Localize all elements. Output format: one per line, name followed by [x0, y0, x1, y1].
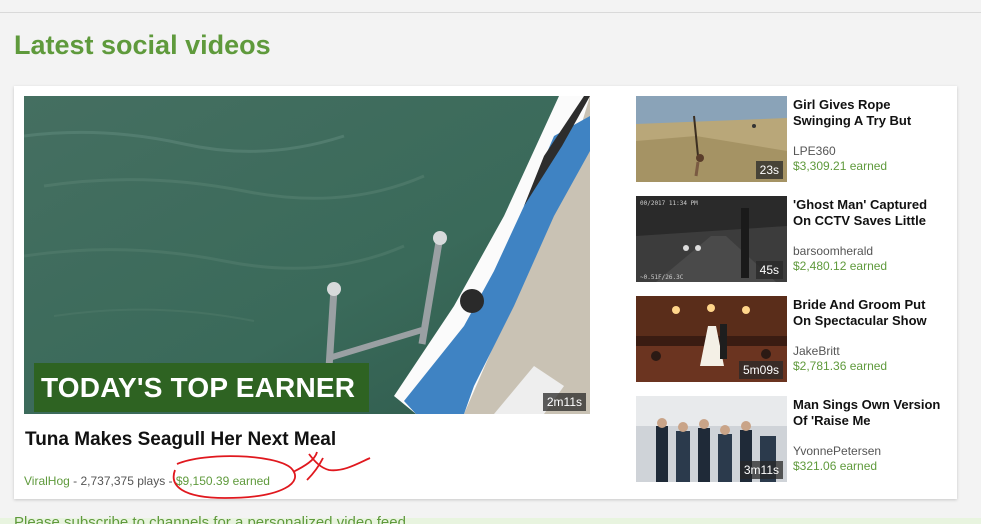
- top-divider: [0, 12, 981, 13]
- video-duration: 23s: [755, 161, 783, 179]
- list-item[interactable]: 3m11s Man Sings Own Version Of 'Raise Me…: [636, 396, 946, 482]
- videos-card: TODAY'S TOP EARNER 2m11s Tuna Makes Seag…: [14, 86, 957, 499]
- list-item[interactable]: 23s Girl Gives Rope Swinging A Try But L…: [636, 96, 946, 182]
- featured-video-thumbnail[interactable]: TODAY'S TOP EARNER 2m11s: [24, 96, 590, 414]
- list-item[interactable]: 00/2017 11:34 PM ~0.51F/26.3C 45s 'Ghost…: [636, 196, 946, 282]
- video-title[interactable]: Bride And Groom Put On Spectacular Show: [793, 297, 946, 329]
- video-duration: 5m09s: [738, 361, 783, 379]
- subscribe-prompt: Please subscribe to channels for a perso…: [14, 514, 406, 524]
- svg-text:~0.51F/26.3C: ~0.51F/26.3C: [640, 274, 684, 281]
- channel-name[interactable]: barsoomherald: [793, 244, 873, 259]
- svg-text:00/2017 11:34 PM: 00/2017 11:34 PM: [640, 200, 698, 207]
- channel-name[interactable]: JakeBritt: [793, 344, 840, 359]
- video-title[interactable]: 'Ghost Man' Captured On CCTV Saves Littl…: [793, 197, 946, 229]
- list-item[interactable]: 5m09s Bride And Groom Put On Spectacular…: [636, 296, 946, 382]
- video-thumbnail[interactable]: 3m11s: [636, 396, 787, 482]
- channel-name[interactable]: YvonnePetersen: [793, 444, 881, 459]
- video-thumbnail[interactable]: 00/2017 11:34 PM ~0.51F/26.3C 45s: [636, 196, 787, 282]
- video-duration: 3m11s: [739, 461, 783, 479]
- channel-name[interactable]: LPE360: [793, 144, 836, 159]
- featured-plays: - 2,737,375 plays -: [69, 474, 176, 488]
- video-thumbnail[interactable]: 5m09s: [636, 296, 787, 382]
- video-earned: $2,480.12 earned: [793, 259, 888, 273]
- video-thumbnail[interactable]: 23s: [636, 96, 787, 182]
- video-title[interactable]: Man Sings Own Version Of 'Raise Me: [793, 397, 946, 429]
- video-earned: $3,309.21 earned: [793, 159, 888, 173]
- top-earner-badge: TODAY'S TOP EARNER: [34, 363, 370, 412]
- annotation-circle-mark: [172, 451, 371, 499]
- video-title[interactable]: Girl Gives Rope Swinging A Try But: [793, 97, 946, 129]
- section-title: Latest social videos: [14, 30, 271, 60]
- video-earned: $321.06 earned: [793, 459, 878, 473]
- featured-channel-link[interactable]: ViralHog: [24, 474, 70, 488]
- video-duration: 45s: [755, 261, 783, 279]
- video-earned: $2,781.36 earned: [793, 359, 888, 373]
- video-duration: 2m11s: [542, 393, 586, 411]
